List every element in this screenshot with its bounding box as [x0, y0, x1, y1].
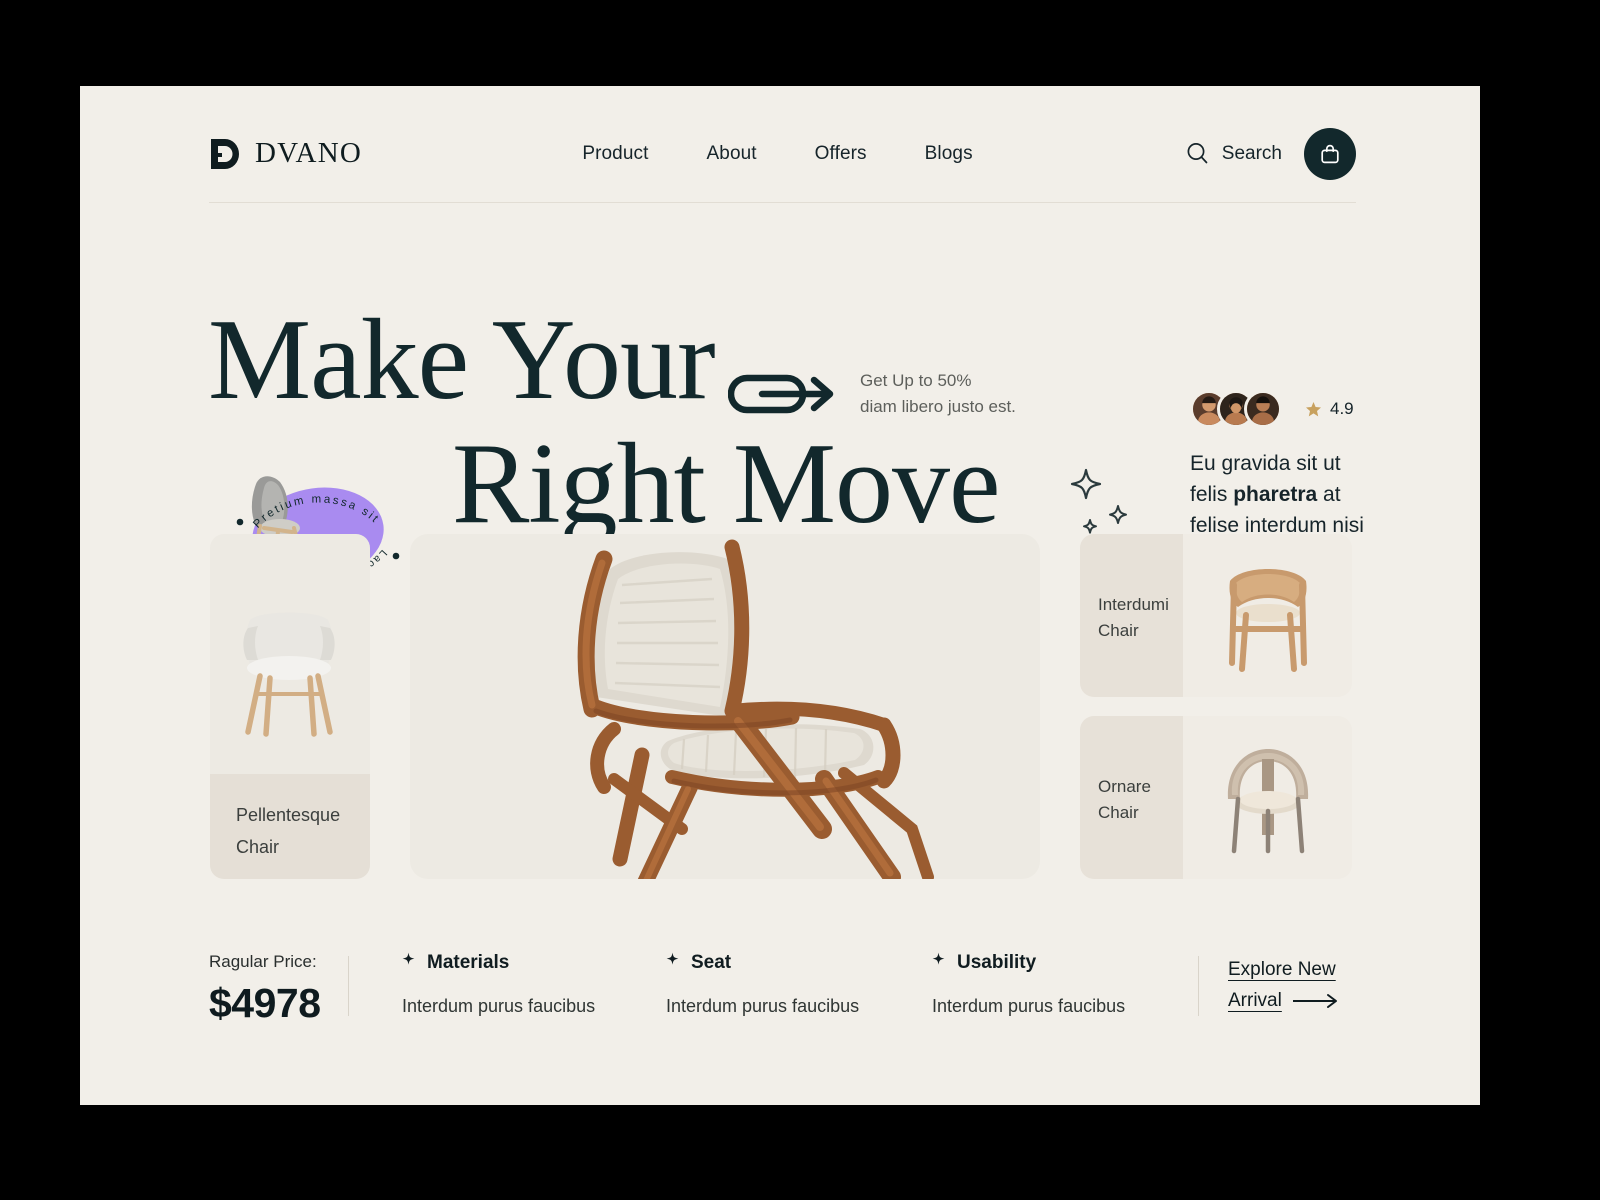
spec-usability: Usability Interdum purus faucibus	[932, 952, 1212, 1017]
divider	[1198, 956, 1199, 1016]
spec-description: Interdum purus faucibus	[402, 996, 596, 1016]
search-button[interactable]: Search	[1185, 141, 1282, 166]
spec-title: Seat	[691, 952, 732, 973]
product-name-line2: Chair	[1098, 802, 1139, 822]
brand-name: DVANO	[255, 137, 362, 169]
product-card-main[interactable]	[410, 534, 1040, 879]
testimonial-block: 4.9 Eu gravida sit ut felis pharetra at …	[1190, 390, 1380, 541]
product-details-bar: Ragular Price: $4978 Materials Interdum …	[80, 930, 1480, 1060]
sparkles-icon	[1070, 468, 1127, 534]
star-icon	[1306, 401, 1321, 416]
shopping-bag-icon	[1321, 144, 1339, 163]
hero-heading-line2: Right Move	[452, 420, 1000, 548]
testimonial-text-bold: pharetra	[1233, 483, 1318, 507]
white-shell-chair-image	[243, 612, 335, 737]
cart-button[interactable]	[1304, 127, 1356, 180]
pill-arrow-icon	[728, 375, 834, 414]
product-name-line1: Interdumi	[1098, 595, 1169, 614]
search-label: Search	[1221, 142, 1282, 164]
product-card-interdumi[interactable]: Interdumi Chair	[1080, 534, 1352, 697]
explore-line1: Explore New	[1228, 959, 1336, 980]
sparkle-bullet-icon	[932, 952, 945, 965]
main-navigation: Product About Offers Blogs	[499, 143, 1056, 165]
product-card-pellentesque[interactable]: Pellentesque Chair	[210, 534, 370, 879]
hero-heading-line1: Make Your	[208, 296, 716, 424]
sparkle-bullet-icon	[402, 952, 415, 965]
nav-item-about[interactable]: About	[707, 143, 757, 165]
rating-block: 4.9	[1305, 399, 1354, 419]
brand-logo[interactable]: DVANO	[209, 137, 509, 171]
testimonial-text: Eu gravida sit ut felis pharetra at feli…	[1190, 448, 1380, 541]
nav-item-offers[interactable]: Offers	[815, 143, 867, 165]
promo-text: Get Up to 50% diam libero justo est.	[860, 368, 1016, 421]
sparkle-bullet-icon	[666, 952, 679, 965]
header-actions: Search	[1056, 127, 1356, 180]
spec-title: Usability	[957, 952, 1037, 973]
site-header: DVANO Product About Offers Blogs Search	[209, 105, 1356, 203]
product-name-line2: Chair	[236, 836, 280, 857]
customer-avatars	[1190, 390, 1282, 428]
product-card-label: Pellentesque Chair	[210, 774, 370, 879]
product-card-ornare[interactable]: Ornare Chair	[1080, 716, 1352, 879]
promo-line2: diam libero justo est.	[860, 397, 1016, 417]
product-grid: Pellentesque Chair Interdumi Chair Ornar…	[80, 534, 1480, 879]
nav-item-blogs[interactable]: Blogs	[925, 143, 973, 165]
product-name-line1: Ornare	[1098, 777, 1151, 796]
explore-line2: Arrival	[1228, 990, 1282, 1012]
magnifier-icon	[1187, 143, 1208, 164]
promo-line1: Get Up to 50%	[860, 371, 972, 390]
arrow-right-icon	[1292, 994, 1337, 1009]
product-name-line2: Chair	[1098, 620, 1139, 640]
price-block: Ragular Price: $4978	[209, 952, 321, 1027]
divider	[348, 956, 349, 1016]
spec-seat: Seat Interdum purus faucibus	[666, 952, 946, 1017]
rating-value: 4.9	[1330, 399, 1354, 418]
product-card-label: Ornare Chair	[1080, 716, 1183, 879]
explore-new-arrival-link[interactable]: Explore New Arrival	[1228, 954, 1358, 1017]
spec-description: Interdum purus faucibus	[666, 996, 860, 1016]
promo-badge[interactable]: Get Up to 50% diam libero justo est.	[728, 368, 1016, 421]
dvano-d-mark-icon	[211, 138, 239, 169]
spec-materials: Materials Interdum purus faucibus	[402, 952, 682, 1017]
round-back-chair-image	[1227, 748, 1308, 853]
price-label: Ragular Price:	[209, 952, 317, 971]
svg-text:Pretium massa sit: Pretium massa sit	[251, 493, 381, 530]
spec-description: Interdum purus faucibus	[932, 996, 1126, 1016]
product-card-image	[1183, 716, 1352, 879]
product-card-label: Interdumi Chair	[1080, 534, 1183, 697]
page-canvas: DVANO Product About Offers Blogs Search	[80, 86, 1480, 1105]
oak-armchair-image	[1228, 568, 1307, 672]
nav-item-product[interactable]: Product	[582, 143, 648, 165]
avatar	[1244, 390, 1282, 428]
product-card-image	[1183, 534, 1352, 697]
price-value: $4978	[209, 980, 321, 1026]
product-name-line1: Pellentesque	[236, 805, 341, 825]
walnut-lounge-chair-image	[577, 539, 934, 879]
spec-title: Materials	[427, 952, 510, 973]
